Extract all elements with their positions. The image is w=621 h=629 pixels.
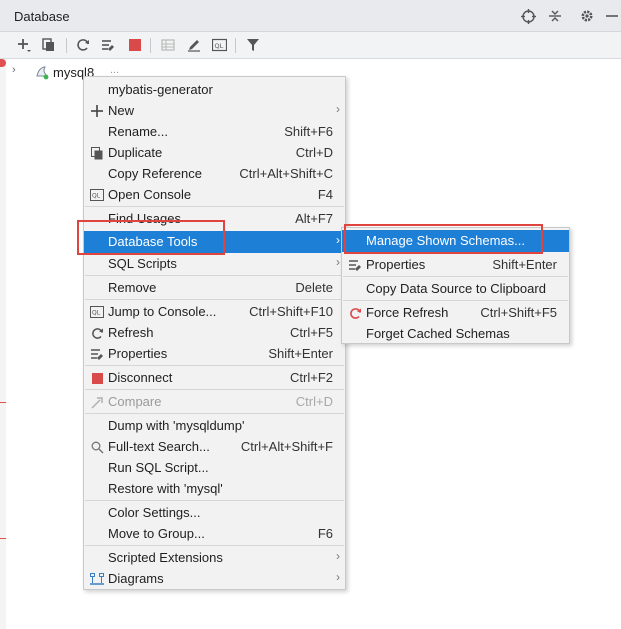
menu-item-full-text-search[interactable]: Full-text Search... Ctrl+Alt+Shift+F — [84, 436, 345, 457]
menu-item-remove[interactable]: Remove Delete — [84, 277, 345, 298]
menu-separator — [85, 413, 344, 414]
menu-item-open-console[interactable]: QL Open Console F4 — [84, 184, 345, 205]
properties-icon — [89, 346, 105, 362]
tool-window-title: Database — [14, 9, 70, 24]
menu-item-find-usages[interactable]: Find Usages Alt+F7 — [84, 208, 345, 229]
menu-item-manage-shown-schemas[interactable]: Manage Shown Schemas... — [342, 230, 569, 252]
stop-icon[interactable] — [126, 36, 144, 54]
refresh-icon[interactable] — [74, 36, 92, 54]
compare-icon — [89, 394, 105, 410]
menu-separator — [343, 300, 568, 301]
menu-item-sql-scripts[interactable]: SQL Scripts › — [84, 253, 345, 274]
menu-item-duplicate[interactable]: Duplicate Ctrl+D — [84, 142, 345, 163]
refresh-icon — [89, 325, 105, 341]
toolbar-separator — [235, 38, 236, 53]
plus-icon — [89, 103, 105, 119]
menu-separator — [85, 365, 344, 366]
gutter-marker — [0, 402, 6, 403]
menu-separator — [85, 275, 344, 276]
menu-item-force-refresh[interactable]: Force Refresh Ctrl+Shift+F5 — [342, 302, 569, 323]
menu-separator — [85, 206, 344, 207]
submenu-arrow-icon: › — [336, 102, 340, 116]
console-icon: QL — [89, 304, 105, 320]
menu-item-mybatis-generator[interactable]: mybatis-generator — [84, 79, 345, 100]
menu-item-scripted-extensions[interactable]: Scripted Extensions › — [84, 547, 345, 568]
svg-text:QL: QL — [92, 310, 101, 317]
mysql-datasource-icon — [34, 64, 50, 80]
tool-window-header: Database — [0, 0, 621, 32]
stop-icon — [89, 370, 105, 386]
submenu-arrow-icon: › — [336, 255, 340, 269]
copy-icon[interactable] — [40, 36, 58, 54]
menu-separator — [343, 276, 568, 277]
menu-item-jump-to-console[interactable]: QL Jump to Console... Ctrl+Shift+F10 — [84, 301, 345, 322]
menu-item-copy-reference[interactable]: Copy Reference Ctrl+Alt+Shift+C — [84, 163, 345, 184]
gutter-marker — [0, 538, 6, 539]
chevron-right-icon[interactable]: › — [12, 64, 16, 76]
menu-item-database-tools[interactable]: Database Tools › — [84, 231, 345, 253]
menu-item-copy-data-source[interactable]: Copy Data Source to Clipboard — [342, 278, 569, 299]
console-icon: QL — [89, 187, 105, 203]
menu-item-compare: Compare Ctrl+D — [84, 391, 345, 412]
menu-item-diagrams[interactable]: Diagrams › — [84, 568, 345, 589]
gear-icon[interactable] — [578, 7, 596, 25]
submenu-arrow-icon: › — [336, 549, 340, 563]
tree-node-more: ... — [110, 64, 120, 76]
menu-separator — [85, 545, 344, 546]
menu-item-refresh[interactable]: Refresh Ctrl+F5 — [84, 322, 345, 343]
search-icon — [89, 439, 105, 455]
menu-item-move-to-group[interactable]: Move to Group... F6 — [84, 523, 345, 544]
menu-item-properties[interactable]: Properties Shift+Enter — [342, 254, 569, 275]
submenu-arrow-icon: › — [336, 233, 340, 247]
minimize-icon[interactable] — [603, 7, 621, 25]
database-tools-submenu: Manage Shown Schemas... Properties Shift… — [341, 227, 570, 344]
left-gutter — [0, 60, 6, 629]
toolbar-separator — [66, 38, 67, 53]
diagram-icon — [89, 571, 105, 587]
menu-item-disconnect[interactable]: Disconnect Ctrl+F2 — [84, 367, 345, 388]
menu-item-color-settings[interactable]: Color Settings... — [84, 502, 345, 523]
menu-item-rename[interactable]: Rename... Shift+F6 — [84, 121, 345, 142]
menu-separator — [85, 389, 344, 390]
edit-icon[interactable] — [185, 36, 203, 54]
menu-item-properties[interactable]: Properties Shift+Enter — [84, 343, 345, 364]
table-icon[interactable] — [159, 36, 177, 54]
crosshair-icon[interactable] — [519, 7, 537, 25]
menu-separator — [85, 299, 344, 300]
add-icon[interactable] — [15, 36, 33, 54]
menu-item-dump-mysqldump[interactable]: Dump with 'mysqldump' — [84, 415, 345, 436]
filter-icon[interactable] — [244, 36, 262, 54]
menu-item-forget-cached-schemas[interactable]: Forget Cached Schemas — [342, 323, 569, 344]
collapse-all-icon[interactable] — [546, 7, 564, 25]
toolbar-separator — [150, 38, 151, 53]
menu-item-restore-mysql[interactable]: Restore with 'mysql' — [84, 478, 345, 499]
menu-item-new[interactable]: New › — [84, 100, 345, 121]
menu-item-run-sql-script[interactable]: Run SQL Script... — [84, 457, 345, 478]
properties-icon — [347, 257, 363, 273]
context-menu: mybatis-generator New › Rename... Shift+… — [83, 76, 346, 590]
svg-text:QL: QL — [214, 42, 223, 50]
duplicate-icon — [89, 145, 105, 161]
menu-separator — [85, 500, 344, 501]
force-refresh-icon — [347, 305, 363, 321]
console-icon[interactable]: QL — [210, 36, 228, 54]
svg-text:QL: QL — [92, 193, 101, 200]
properties-icon[interactable] — [99, 36, 117, 54]
database-toolbar: QL — [0, 32, 621, 59]
submenu-arrow-icon: › — [336, 570, 340, 584]
